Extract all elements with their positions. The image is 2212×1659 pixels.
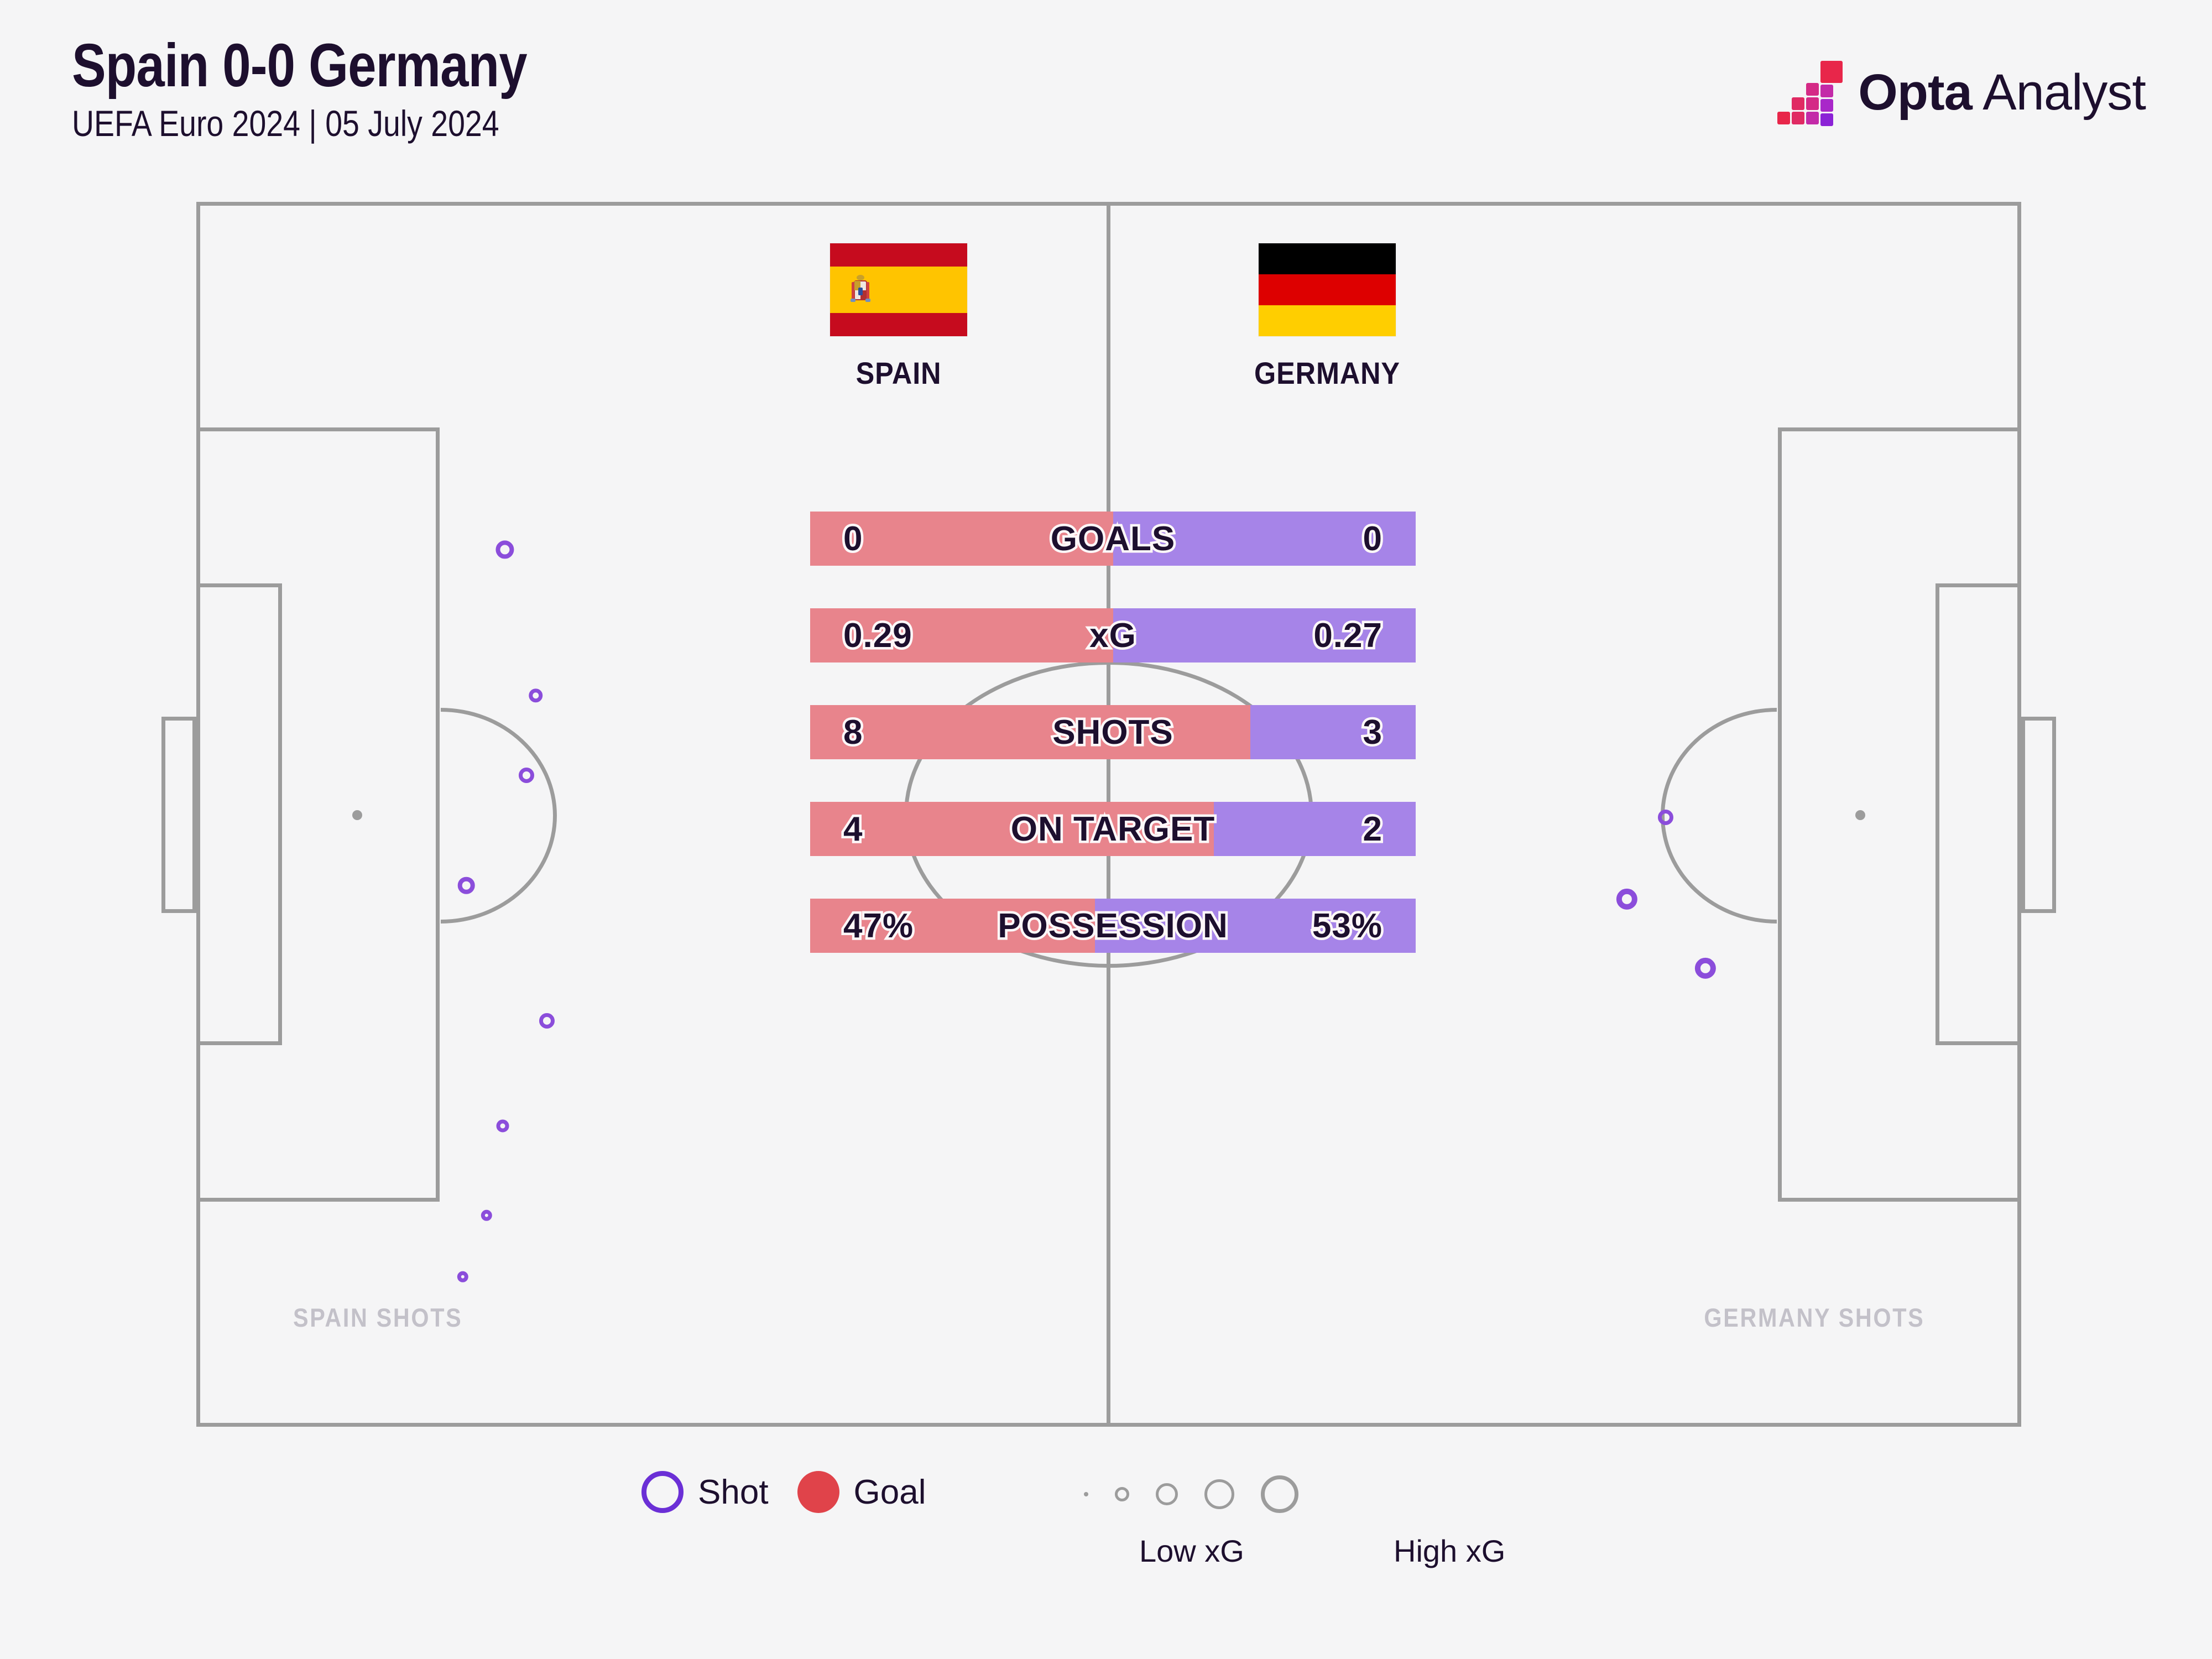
stat-row-goals: 0 GOALS 0: [810, 512, 1416, 566]
spain-coat-of-arms-icon: [849, 271, 872, 307]
home-shot-marker: [481, 1209, 492, 1222]
xg-scale-circle: [1115, 1487, 1129, 1501]
home-shot-marker: [529, 688, 543, 703]
stat-row-shots: 8 SHOTS 3: [810, 705, 1416, 759]
away-stat-value: 53%: [1310, 904, 1384, 947]
stat-row-on-target: 4 ON TARGET 2: [810, 802, 1416, 856]
home-team-header: SPAIN: [810, 243, 987, 391]
opta-logo-text: Opta Analyst: [1858, 64, 2146, 122]
home-shot-marker: [458, 877, 475, 894]
home-shot-marker: [519, 768, 535, 784]
home-shot-marker: [496, 1119, 509, 1133]
goal-dot-icon: [797, 1471, 839, 1513]
away-stat-value: 0: [1360, 517, 1385, 560]
scale-high-label: High xG: [1394, 1533, 1506, 1568]
xg-size-scale: [1084, 1472, 1298, 1516]
xg-scale-circle: [1204, 1479, 1234, 1509]
home-shot-marker: [457, 1271, 468, 1283]
legend-shot-label: Shot: [698, 1473, 769, 1511]
stat-row-possession: 47% POSSESSION 53%: [810, 899, 1416, 953]
home-shot-marker: [539, 1013, 555, 1029]
stat-bars: 0 GOALS 0 0.29 xG 0.27 8 SHOTS 3 4 ON TARGET 2 47% PO…: [810, 512, 1416, 995]
away-shot-marker: [1657, 809, 1673, 825]
stat-row-xg: 0.29 xG 0.27: [810, 608, 1416, 662]
right-goal: [2021, 717, 2056, 913]
away-stat-value: 2: [1360, 807, 1385, 851]
legend-markers: Shot Goal: [641, 1471, 926, 1513]
opta-analyst-logo: Opta Analyst: [1777, 55, 2146, 130]
shot-ring-icon: [641, 1471, 684, 1513]
legend: Shot Goal Low xG High xG: [0, 1460, 2212, 1637]
scale-low-label: Low xG: [1139, 1533, 1244, 1568]
away-shot-marker: [1616, 888, 1638, 910]
page-subtitle: UEFA Euro 2024 | 05 July 2024: [72, 103, 499, 144]
spain-flag-icon: [830, 243, 967, 336]
stat-label: ON TARGET: [1008, 807, 1217, 851]
stat-label: GOALS: [1048, 517, 1177, 560]
xg-scale-circle: [1261, 1475, 1298, 1513]
home-shot-marker: [495, 540, 514, 559]
header: Spain 0-0 Germany UEFA Euro 2024 | 05 Ju…: [0, 0, 2212, 166]
infographic-root: Spain 0-0 Germany UEFA Euro 2024 | 05 Ju…: [0, 0, 2212, 1659]
away-team-header: GERMANY: [1239, 243, 1416, 391]
left-goal: [161, 717, 196, 913]
away-shot-marker: [1694, 957, 1717, 979]
germany-flag-icon: [1259, 243, 1396, 336]
away-stat-value: 3: [1360, 711, 1385, 754]
stat-label: SHOTS: [1050, 711, 1176, 754]
xg-scale-circle: [1156, 1483, 1178, 1505]
opta-logo-mark-icon: [1777, 61, 1844, 126]
page-title: Spain 0-0 Germany: [72, 32, 528, 100]
xg-scale-circle: [1084, 1492, 1088, 1496]
brand-name-light: Analyst: [1971, 64, 2146, 121]
home-team-name: SPAIN: [855, 356, 942, 390]
legend-goal-label: Goal: [853, 1473, 926, 1511]
away-stat-value: 0.27: [1311, 614, 1385, 657]
brand-name-bold: Opta: [1858, 64, 1973, 121]
away-team-name: GERMANY: [1254, 356, 1400, 390]
